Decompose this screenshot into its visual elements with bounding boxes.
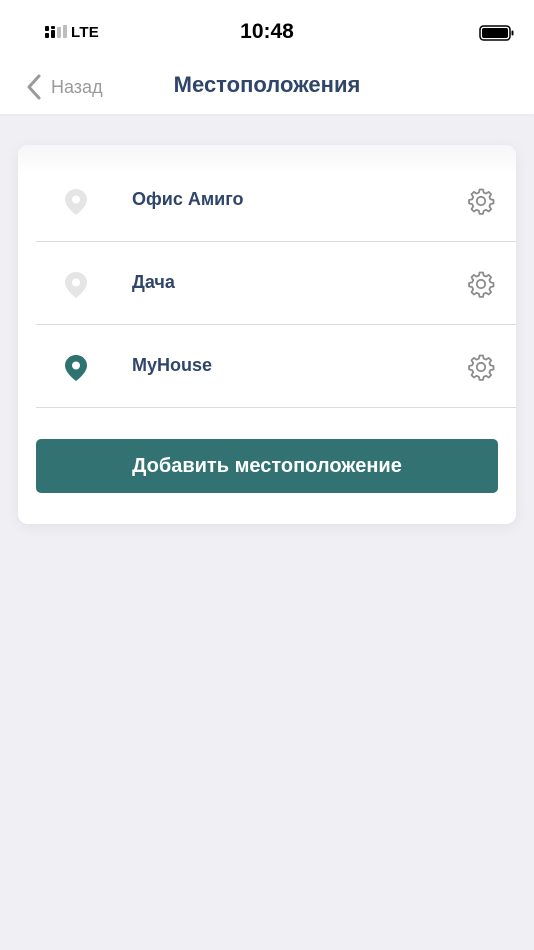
page-title: Местоположения (0, 72, 534, 98)
add-location-button[interactable]: Добавить местоположение (36, 439, 498, 493)
location-row-dacha[interactable]: Дача (36, 242, 516, 325)
gear-icon[interactable] (467, 270, 495, 298)
locations-screen: LTE 10:48 Назад Местоположения Офис Амиг… (0, 0, 534, 950)
location-row-myhouse[interactable]: MyHouse (36, 325, 516, 408)
map-pin-icon (65, 272, 87, 298)
status-time: 10:48 (240, 20, 294, 43)
map-pin-active-icon (65, 355, 87, 381)
location-name: Дача (132, 272, 175, 292)
gear-icon[interactable] (467, 187, 495, 215)
location-name: MyHouse (132, 355, 213, 375)
map-pin-icon (65, 189, 87, 215)
page-title-text: Местоположения (173, 72, 361, 97)
status-bar: LTE 10:48 (0, 0, 534, 62)
gear-icon[interactable] (467, 353, 495, 381)
navigation-bar: Назад Местоположения (0, 62, 534, 114)
location-name: Офис Амиго (132, 189, 244, 209)
location-row-office-amigo[interactable]: Офис Амиго (36, 159, 516, 242)
battery-icon (479, 25, 514, 41)
locations-card: Офис Амиго Дача MyHouse Добавить местопо… (18, 145, 516, 524)
